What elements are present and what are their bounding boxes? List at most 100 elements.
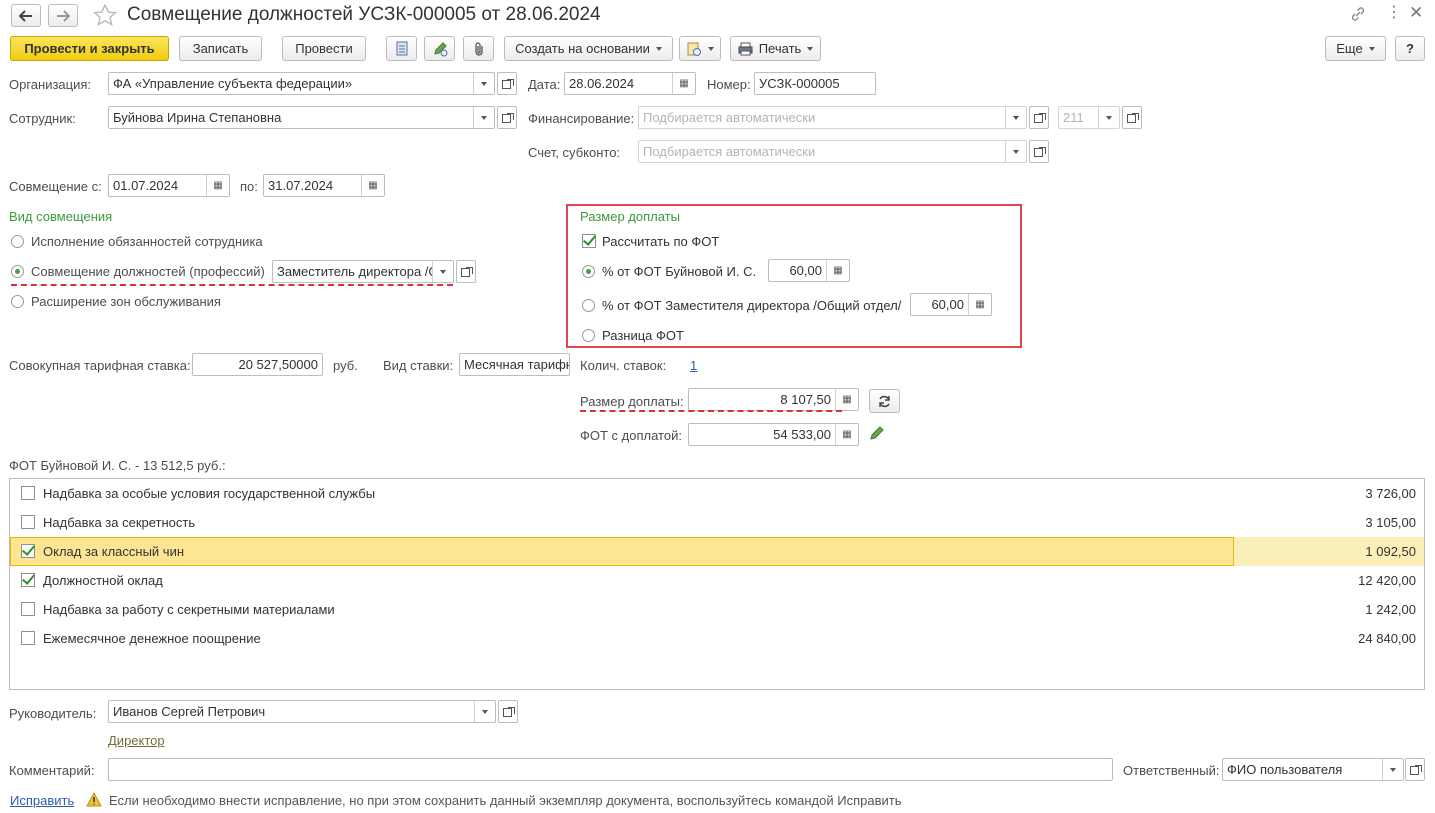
table-row[interactable]: Надбавка за особые условия государственн… [10,479,1424,508]
radio-option-zones-label[interactable]: Расширение зон обслуживания [31,294,221,309]
journal-button[interactable] [386,36,417,61]
forward-button[interactable] [48,4,78,27]
post-button[interactable]: Провести [282,36,366,61]
table-row-selected[interactable]: Оклад за классный чин 1 092,50 [10,537,1424,566]
calc-by-fot-checkbox[interactable] [582,234,596,248]
employee-open-button[interactable] [497,106,517,129]
fix-link[interactable]: Исправить [10,793,74,808]
financing-code-field[interactable]: 211 [1058,106,1120,129]
create-based-on-button[interactable]: Создать на основании [504,36,673,61]
calculator-icon[interactable]: ▦ [835,424,858,445]
manager-position-link[interactable]: Директор [108,733,165,748]
dropdown-arrow-icon[interactable] [473,73,494,94]
paperclip-icon [474,41,483,56]
surcharge-radio-fot-diff[interactable] [582,329,595,342]
print-button[interactable]: Печать [730,36,821,61]
account-field[interactable]: Подбирается автоматически [638,140,1027,163]
dropdown-arrow-icon[interactable] [474,701,495,722]
radio-option-zones[interactable] [11,295,24,308]
surcharge-percent-own-field[interactable]: 60,00 ▦ [768,259,850,282]
account-open-button[interactable] [1029,140,1049,163]
radio-option-positions[interactable] [11,265,24,278]
surcharge-percent-deputy-field[interactable]: 60,00 ▦ [910,293,992,316]
calendar-icon[interactable]: ▦ [206,175,229,196]
rate-type-value: Месячная тарифн [464,357,569,372]
link-icon[interactable] [1350,6,1366,22]
help-label: ? [1406,41,1414,56]
rate-type-label: Вид ставки: [383,358,454,373]
number-field[interactable]: УСЗК-000005 [754,72,876,95]
back-button[interactable] [11,4,41,27]
comment-field[interactable] [108,758,1113,781]
fot-with-surcharge-value: 54 533,00 [773,427,831,442]
surcharge-radio-own-fot-label[interactable]: % от ФОТ Буйновой И. С. [602,264,756,279]
calculator-icon[interactable]: ▦ [835,389,858,410]
financing-field[interactable]: Подбирается автоматически [638,106,1027,129]
row-checkbox[interactable] [21,544,35,558]
surcharge-amount-field[interactable]: 8 107,50 ▦ [688,388,859,411]
fot-with-surcharge-field[interactable]: 54 533,00 ▦ [688,423,859,446]
row-checkbox[interactable] [21,515,35,529]
edit-document-button[interactable] [424,36,455,61]
reports-button[interactable] [679,36,721,61]
row-checkbox[interactable] [21,631,35,645]
save-button[interactable]: Записать [179,36,262,61]
surcharge-radio-deputy-fot-label[interactable]: % от ФОТ Заместителя директора /Общий от… [602,298,901,313]
more-vert-icon[interactable]: ⋮ [1386,5,1402,21]
dropdown-arrow-icon[interactable] [432,261,453,282]
date-field[interactable]: 28.06.2024 ▦ [564,72,696,95]
pencil-icon[interactable] [869,425,885,441]
chevron-down-icon [807,46,814,51]
dropdown-arrow-icon[interactable] [1382,759,1403,780]
combine-to-field[interactable]: 31.07.2024 ▦ [263,174,385,197]
combine-from-field[interactable]: 01.07.2024 ▦ [108,174,230,197]
surcharge-radio-deputy-fot[interactable] [582,299,595,312]
manager-field[interactable]: Иванов Сергей Петрович [108,700,496,723]
org-value: ФА «Управление субъекта федерации» [113,76,353,91]
radio-option-duties[interactable] [11,235,24,248]
dropdown-arrow-icon[interactable] [1005,107,1026,128]
arrow-left-icon [19,9,32,22]
attach-button[interactable] [463,36,494,61]
refresh-button[interactable] [869,389,900,413]
responsible-field[interactable]: ФИО пользователя [1222,758,1404,781]
row-checkbox[interactable] [21,602,35,616]
financing-code-open-button[interactable] [1122,106,1142,129]
calculator-icon[interactable]: ▦ [826,260,849,281]
employee-field[interactable]: Буйнова Ирина Степановна [108,106,495,129]
position-field[interactable]: Заместитель директора /С [272,260,454,283]
table-row[interactable]: Надбавка за секретность 3 105,00 [10,508,1424,537]
dropdown-arrow-icon[interactable] [1098,107,1119,128]
rate-type-field[interactable]: Месячная тарифн [459,353,570,376]
radio-option-duties-label[interactable]: Исполнение обязанностей сотрудника [31,234,263,249]
table-row[interactable]: Должностной оклад 12 420,00 [10,566,1424,595]
table-row[interactable]: Надбавка за работу с секретными материал… [10,595,1424,624]
favorite-star-icon[interactable] [93,4,117,26]
post-and-close-button[interactable]: Провести и закрыть [10,36,169,61]
fix-hint-text: Если необходимо внести исправление, но п… [109,793,902,808]
dropdown-arrow-icon[interactable] [1005,141,1026,162]
more-button[interactable]: Еще [1325,36,1386,61]
position-open-button[interactable] [456,260,476,283]
close-icon[interactable]: ✕ [1409,3,1423,23]
radio-option-positions-label[interactable]: Совмещение должностей (профессий) [31,264,265,279]
row-checkbox[interactable] [21,486,35,500]
manager-open-button[interactable] [498,700,518,723]
responsible-open-button[interactable] [1405,758,1425,781]
row-checkbox[interactable] [21,573,35,587]
calculator-icon[interactable]: ▦ [968,294,991,315]
rate-count-link[interactable]: 1 [690,358,697,373]
date-value: 28.06.2024 [569,76,635,91]
calendar-icon[interactable]: ▦ [672,73,695,94]
org-field[interactable]: ФА «Управление субъекта федерации» [108,72,495,95]
surcharge-radio-fot-diff-label[interactable]: Разница ФОТ [602,328,684,343]
table-row[interactable]: Ежемесячное денежное поощрение 24 840,00 [10,624,1424,653]
calc-by-fot-label[interactable]: Рассчитать по ФОТ [602,234,719,249]
surcharge-radio-own-fot[interactable] [582,265,595,278]
dropdown-arrow-icon[interactable] [473,107,494,128]
financing-open-button[interactable] [1029,106,1049,129]
org-open-button[interactable] [497,72,517,95]
help-button[interactable]: ? [1395,36,1425,61]
calendar-icon[interactable]: ▦ [361,175,384,196]
total-rate-field[interactable]: 20 527,50000 [192,353,323,376]
